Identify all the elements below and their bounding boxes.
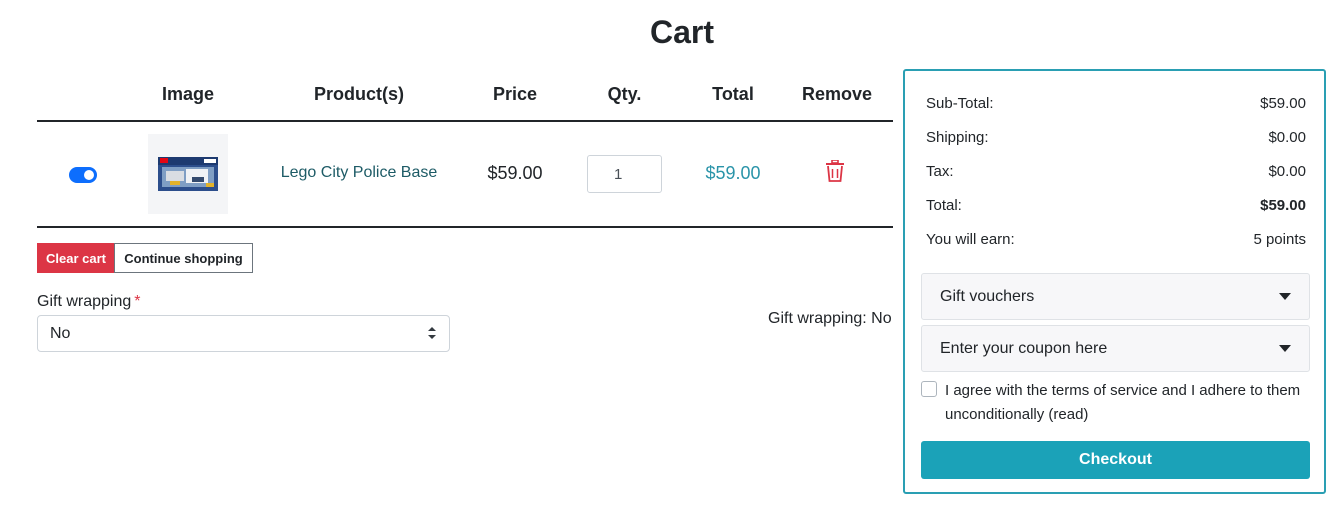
lego-box-image[interactable] xyxy=(148,134,228,214)
header-total: Total xyxy=(712,84,754,104)
total-label: Total: xyxy=(926,197,962,214)
trash-icon[interactable] xyxy=(825,159,849,188)
page-title: Cart xyxy=(649,14,714,50)
shipping-row: Shipping: $0.00 xyxy=(926,129,1306,146)
order-summary: Sub-Total: $59.00 Shipping: $0.00 Tax: $… xyxy=(903,69,1326,494)
total-value: $59.00 xyxy=(1260,197,1306,214)
total-row: Total: $59.00 xyxy=(926,197,1306,214)
header-image: Image xyxy=(161,84,215,104)
coupon-toggle[interactable]: Enter your coupon here xyxy=(921,325,1310,372)
select-toggle[interactable] xyxy=(69,167,97,183)
coupon-label: Enter your coupon here xyxy=(940,340,1108,357)
required-mark: * xyxy=(134,293,141,310)
table-row: Lego City Police Base $59.00 $59.00 xyxy=(37,122,893,228)
checkout-button[interactable]: Checkout xyxy=(921,441,1310,479)
item-price: $59.00 xyxy=(487,163,543,183)
cart-table: Image Product(s) Price Qty. Total Remove… xyxy=(37,70,893,228)
table-header: Image Product(s) Price Qty. Total Remove xyxy=(37,70,893,122)
shipping-label: Shipping: xyxy=(926,129,989,146)
header-remove: Remove xyxy=(801,84,873,104)
gift-wrapping-selected-value: No xyxy=(50,325,71,342)
tax-value: $0.00 xyxy=(1268,163,1306,180)
shipping-value: $0.00 xyxy=(1268,129,1306,146)
subtotal-label: Sub-Total: xyxy=(926,95,994,112)
earn-label: You will earn: xyxy=(926,231,1015,248)
header-price: Price xyxy=(492,84,538,104)
continue-shopping-button[interactable]: Continue shopping xyxy=(114,243,253,273)
product-thumbnail xyxy=(158,157,218,191)
terms-label: I agree with the terms of service and I … xyxy=(945,382,1301,423)
clear-cart-button[interactable]: Clear cart xyxy=(37,243,115,273)
earn-row: You will earn: 5 points xyxy=(926,231,1306,248)
header-products: Product(s) xyxy=(314,84,404,104)
gift-vouchers-label: Gift vouchers xyxy=(940,288,1035,305)
gift-wrapping-label: Gift wrapping * xyxy=(37,293,141,311)
caret-down-icon xyxy=(1279,345,1291,352)
gift-wrapping-summary: Gift wrapping: No xyxy=(768,310,892,327)
gift-wrapping-select[interactable]: No xyxy=(37,315,450,352)
subtotal-row: Sub-Total: $59.00 xyxy=(926,95,1306,112)
quantity-input[interactable] xyxy=(587,155,662,193)
caret-down-icon xyxy=(1279,293,1291,300)
select-arrows-icon xyxy=(427,325,437,346)
gift-vouchers-toggle[interactable]: Gift vouchers xyxy=(921,273,1310,320)
earn-value: 5 points xyxy=(1253,231,1306,248)
tax-row: Tax: $0.00 xyxy=(926,163,1306,180)
terms-checkbox[interactable] xyxy=(921,381,937,397)
product-link[interactable]: Lego City Police Base xyxy=(265,164,453,182)
gift-wrapping-label-text: Gift wrapping xyxy=(37,293,132,310)
header-qty: Qty. xyxy=(607,84,642,104)
subtotal-value: $59.00 xyxy=(1260,95,1306,112)
tax-label: Tax: xyxy=(926,163,954,180)
item-total: $59.00 xyxy=(705,163,761,183)
